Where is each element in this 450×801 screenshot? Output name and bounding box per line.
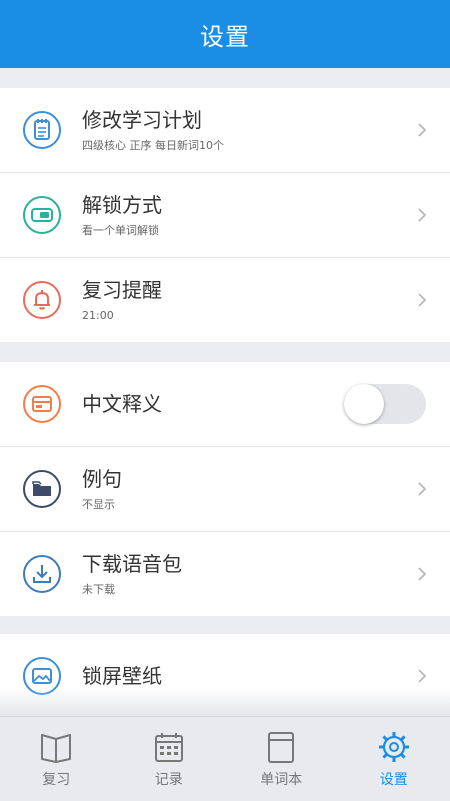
chevron-right-icon: [416, 564, 428, 584]
setting-subtitle: 四级核心 正序 每日新词10个: [82, 139, 224, 153]
scroll-fade: [0, 688, 450, 716]
tab-label: 设置: [380, 769, 408, 789]
chevron-right-icon: [416, 290, 428, 310]
wordbook-icon: [261, 727, 301, 767]
setting-title: 解锁方式: [82, 192, 162, 218]
setting-subtitle: 不显示: [82, 498, 122, 512]
download-icon: [22, 554, 62, 594]
tab-review[interactable]: 复习: [0, 717, 113, 801]
app-header: 设置: [0, 0, 450, 68]
bell-icon: [22, 280, 62, 320]
folder-icon: [22, 469, 62, 509]
toggle-key-icon: [22, 195, 62, 235]
setting-voice-pack[interactable]: 下载语音包 未下载: [0, 532, 450, 616]
setting-title: 修改学习计划: [82, 107, 224, 133]
calendar-icon: [149, 727, 189, 767]
tab-label: 复习: [42, 769, 70, 789]
page-title: 设置: [200, 17, 250, 52]
setting-title: 中文释义: [82, 391, 162, 417]
setting-title: 复习提醒: [82, 277, 162, 303]
setting-unlock-method[interactable]: 解锁方式 看一个单词解锁: [0, 173, 450, 258]
tab-label: 记录: [155, 769, 183, 789]
toggle-knob: [344, 384, 384, 424]
chevron-right-icon: [416, 120, 428, 140]
setting-review-reminder[interactable]: 复习提醒 21:00: [0, 258, 450, 342]
setting-title: 例句: [82, 466, 122, 492]
chinese-definition-toggle[interactable]: [344, 384, 426, 424]
setting-title: 下载语音包: [82, 551, 182, 577]
gear-icon: [374, 727, 414, 767]
card-icon: [22, 384, 62, 424]
chevron-right-icon: [416, 666, 428, 686]
tab-label: 单词本: [260, 769, 302, 789]
settings-group-display: 中文释义 例句 不显示 下载语音包 未下载: [0, 362, 450, 616]
setting-chinese-definition: 中文释义: [0, 362, 450, 447]
setting-subtitle: 未下载: [82, 583, 182, 597]
setting-title: 锁屏壁纸: [82, 663, 162, 689]
setting-subtitle: 21:00: [82, 309, 162, 323]
chevron-right-icon: [416, 205, 428, 225]
tab-wordbook[interactable]: 单词本: [225, 717, 338, 801]
setting-example-sentence[interactable]: 例句 不显示: [0, 447, 450, 532]
notebook-icon: [22, 110, 62, 150]
settings-group-study: 修改学习计划 四级核心 正序 每日新词10个 解锁方式 看一个单词解锁: [0, 88, 450, 342]
setting-study-plan[interactable]: 修改学习计划 四级核心 正序 每日新词10个: [0, 88, 450, 173]
book-icon: [36, 727, 76, 767]
bottom-tab-bar: 复习 记录 单词本: [0, 716, 450, 801]
setting-subtitle: 看一个单词解锁: [82, 224, 162, 238]
chevron-right-icon: [416, 479, 428, 499]
tab-settings[interactable]: 设置: [338, 717, 450, 801]
tab-records[interactable]: 记录: [113, 717, 226, 801]
